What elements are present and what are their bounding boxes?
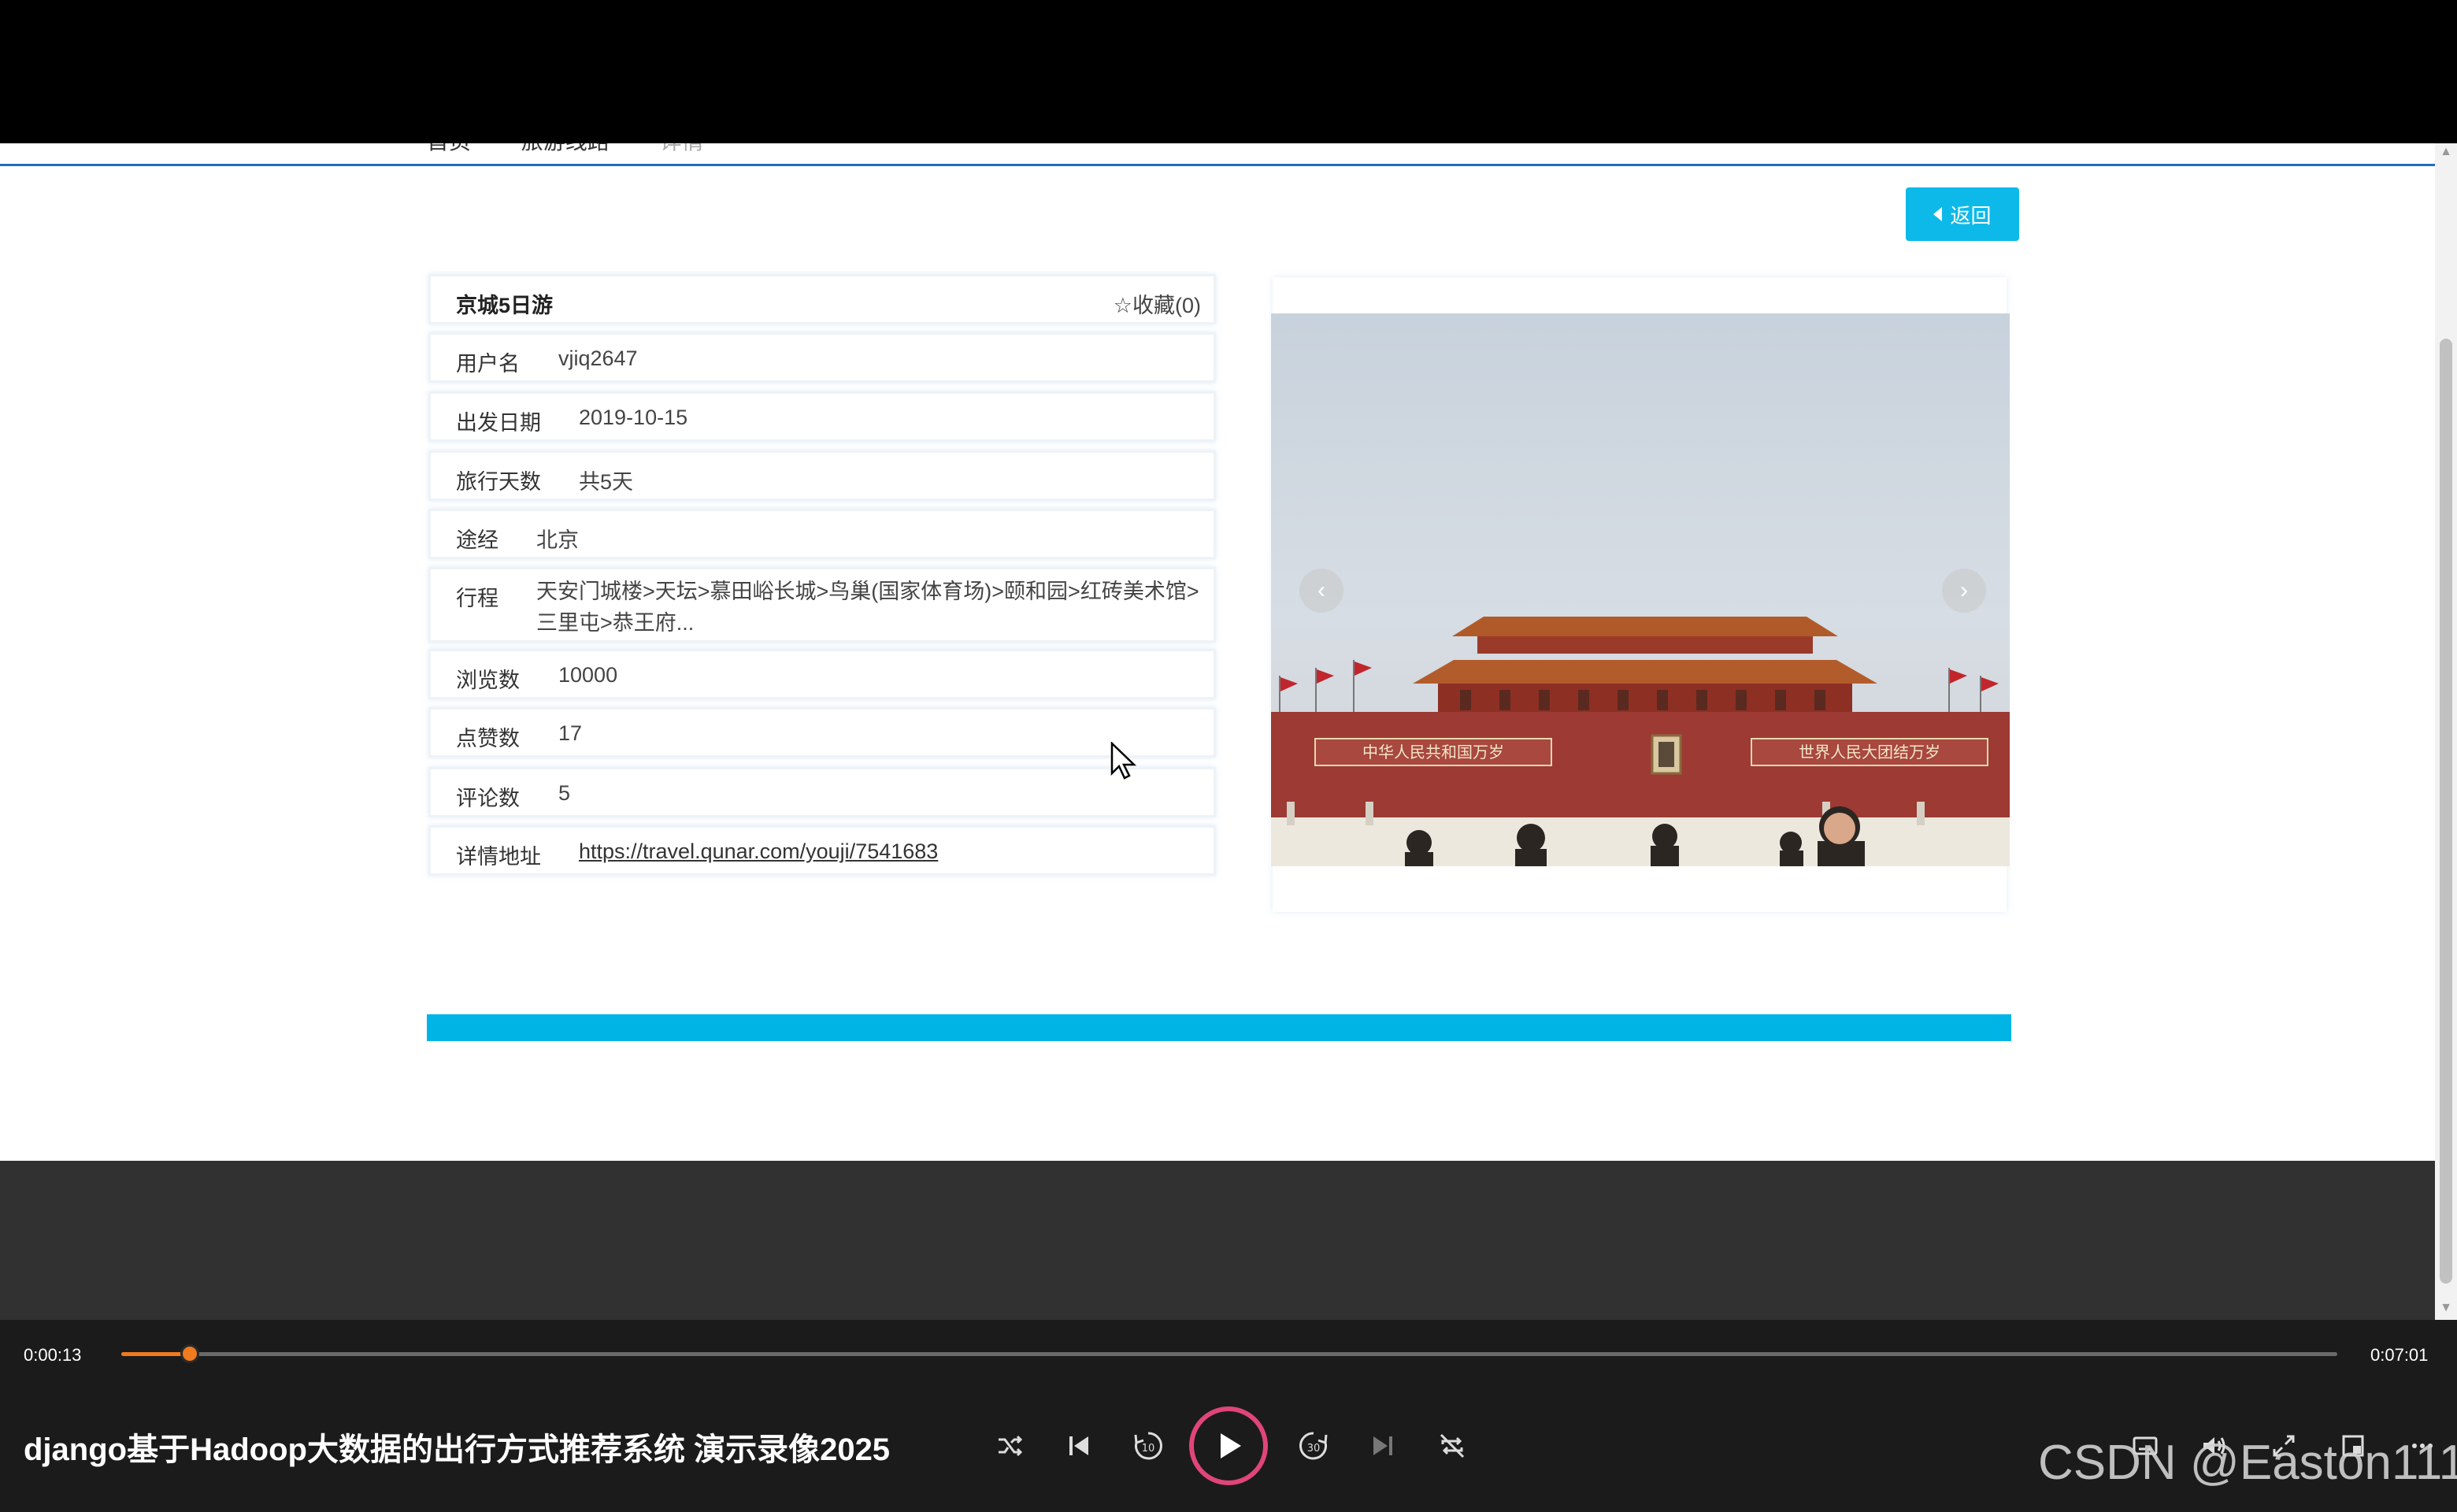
detail-row-comments: 评论数 5 <box>428 767 1216 817</box>
carousel-photo: 中华人民共和国万岁 世界人民大团结万岁 <box>1271 313 2010 866</box>
detail-label: 详情地址 <box>456 845 541 869</box>
banner-left-text: 中华人民共和国万岁 <box>1362 743 1504 762</box>
tiananmen-image: 中华人民共和国万岁 世界人民大团结万岁 <box>1271 617 2010 866</box>
detail-label: 途经 <box>456 528 498 552</box>
seek-handle[interactable] <box>180 1344 199 1363</box>
total-time: 0:07:01 <box>2370 1345 2429 1365</box>
detail-label: 浏览数 <box>456 669 520 692</box>
breadcrumb-home[interactable]: 首页 <box>427 143 471 154</box>
star-icon: ☆ <box>1113 294 1132 317</box>
rewind-10-icon[interactable]: 10 <box>1126 1424 1170 1468</box>
header-divider <box>0 164 2435 166</box>
carousel-next-button[interactable]: › <box>1942 569 1986 613</box>
shuffle-icon[interactable] <box>988 1424 1032 1468</box>
play-icon <box>1221 1433 1241 1458</box>
detail-url-link[interactable]: https://travel.qunar.com/youji/7541683 <box>579 839 938 864</box>
favorite-button[interactable]: ☆收藏(0) <box>1114 288 1201 319</box>
detail-row-username: 用户名 vjiq2647 <box>428 332 1216 383</box>
detail-row-start-date: 出发日期 2019-10-15 <box>428 391 1216 442</box>
next-icon[interactable] <box>1361 1424 1405 1468</box>
detail-label: 行程 <box>456 587 498 610</box>
repeat-off-icon[interactable] <box>1430 1424 1474 1468</box>
detail-row-views: 浏览数 10000 <box>428 649 1216 699</box>
breadcrumb-routes[interactable]: 旅游线路 <box>521 143 610 154</box>
seek-bar[interactable] <box>121 1352 2337 1356</box>
detail-row-likes: 点赞数 17 <box>428 707 1216 758</box>
seek-bar-progress <box>121 1352 190 1356</box>
watermark: CSDN @Easton111 <box>2038 1436 2457 1490</box>
forward-30-icon[interactable]: 30 <box>1292 1424 1336 1468</box>
breadcrumb: 首页 旅游线路 详情 <box>427 143 748 156</box>
favorite-label: 收藏(0) <box>1132 294 1201 317</box>
detail-row-itinerary: 行程 天安门城楼>天坛>慕田峪长城>鸟巢(国家体育场)>颐和园>红砖美术馆>三里… <box>428 567 1216 643</box>
detail-row-days: 旅行天数 共5天 <box>428 450 1216 501</box>
route-title: 京城5日游 <box>456 294 554 317</box>
back-button[interactable]: 返回 <box>1906 187 2019 241</box>
detail-label: 旅行天数 <box>456 470 541 494</box>
video-title: django基于Hadoop大数据的出行方式推荐系统 演示录像2025 <box>24 1432 891 1467</box>
breadcrumb-current: 详情 <box>660 143 704 154</box>
detail-value: vjiq2647 <box>558 346 638 370</box>
detail-label: 点赞数 <box>456 727 520 750</box>
forward-30-label: 30 <box>1307 1443 1321 1455</box>
detail-title-row: 京城5日游 ☆收藏(0) <box>428 274 1216 324</box>
detail-value: 10000 <box>558 663 618 687</box>
detail-value: 5 <box>558 781 571 805</box>
chevron-left-icon: ‹ <box>1317 577 1325 603</box>
rewind-10-label: 10 <box>1142 1443 1155 1455</box>
detail-label: 评论数 <box>456 787 520 810</box>
current-time: 0:00:13 <box>24 1345 82 1365</box>
scroll-thumb[interactable] <box>2440 339 2452 1284</box>
detail-value: 2019-10-15 <box>579 406 688 429</box>
detail-value: 共5天 <box>579 470 634 494</box>
web-page: 首页 旅游线路 详情 返回 京城5日游 ☆收藏(0) 用户名 vjiq2647 … <box>0 143 2435 1161</box>
previous-icon[interactable] <box>1057 1424 1101 1468</box>
carousel-prev-button[interactable]: ‹ <box>1299 569 1343 613</box>
detail-value: 天安门城楼>天坛>慕田峪长城>鸟巢(国家体育场)>颐和园>红砖美术馆>三里屯>恭… <box>536 580 1199 635</box>
detail-row-url: 详情地址 https://travel.qunar.com/youji/7541… <box>428 825 1216 876</box>
detail-value: 北京 <box>536 528 579 552</box>
scroll-down-icon[interactable]: ▼ <box>2440 1301 2452 1317</box>
detail-label: 用户名 <box>456 352 520 376</box>
scroll-up-icon[interactable]: ▲ <box>2440 145 2452 161</box>
detail-row-via: 途经 北京 <box>428 509 1216 559</box>
section-divider-bar <box>427 1014 2011 1041</box>
page-footer <box>0 1161 2435 1320</box>
detail-label: 出发日期 <box>456 411 541 435</box>
banner-right-text: 世界人民大团结万岁 <box>1799 743 1940 762</box>
top-black-bar <box>0 0 2457 143</box>
back-button-label: 返回 <box>1950 203 1992 228</box>
chevron-right-icon: › <box>1960 577 1968 603</box>
mouse-cursor-icon <box>1110 742 1137 780</box>
play-button[interactable] <box>1189 1406 1268 1485</box>
caret-left-icon <box>1933 207 1943 221</box>
detail-value: 17 <box>558 721 583 745</box>
